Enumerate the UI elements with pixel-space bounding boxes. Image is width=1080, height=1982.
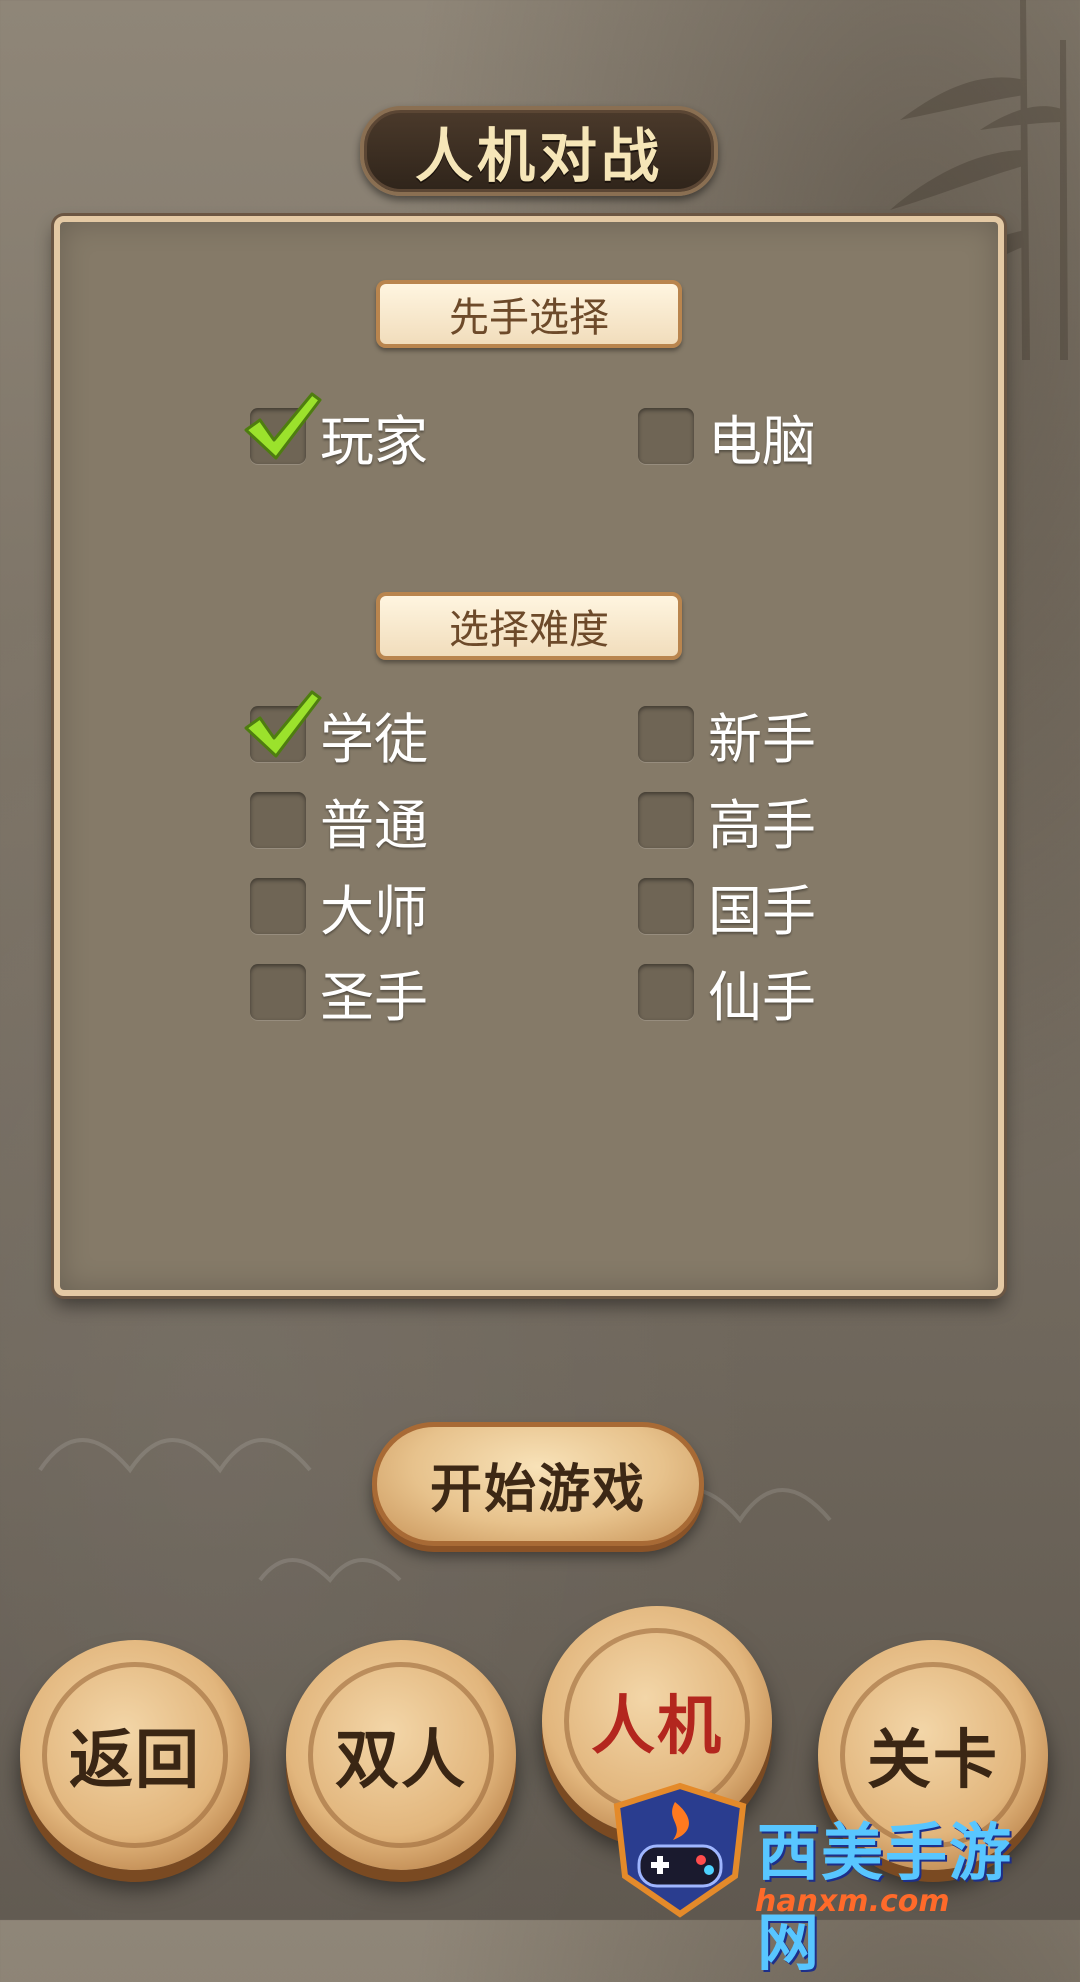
- difficulty-option-novice[interactable]: 新手: [638, 702, 816, 771]
- difficulty-label: 仙手: [708, 965, 816, 1029]
- computer-first-checkbox[interactable]: [638, 408, 694, 464]
- difficulty-option-national[interactable]: 国手: [638, 874, 816, 943]
- page-title: 人机对战: [414, 122, 663, 190]
- player-first-label: 玩家: [320, 409, 428, 473]
- difficulty-label: 高手: [708, 793, 816, 857]
- difficulty-option-expert[interactable]: 高手: [638, 788, 816, 857]
- nav-vs-ai-label: 人机: [591, 1690, 723, 1764]
- nav-back-button[interactable]: 返回: [20, 1640, 250, 1870]
- difficulty-label: 普通: [320, 793, 428, 857]
- difficulty-option-immortal[interactable]: 仙手: [638, 960, 816, 1029]
- difficulty-label: 国手: [708, 879, 816, 943]
- nav-two-player-label: 双人: [335, 1724, 467, 1798]
- difficulty-option-normal[interactable]: 普通: [250, 788, 428, 857]
- difficulty-label: 新手: [708, 707, 816, 771]
- site-watermark: 西美手游网 hanxm.com: [605, 1780, 1075, 1979]
- master-checkbox[interactable]: [250, 878, 306, 934]
- difficulty-option-sage[interactable]: 圣手: [250, 960, 428, 1029]
- option-computer-first[interactable]: 电脑: [638, 404, 816, 473]
- first-move-section-label: 先手选择: [376, 280, 682, 348]
- first-move-label-text: 先手选择: [449, 295, 609, 341]
- normal-checkbox[interactable]: [250, 792, 306, 848]
- settings-panel: 先手选择 玩家 电脑 选择难度 学徒 新手 普通 高手 大师 国手 圣手 仙手: [54, 216, 1004, 1296]
- sage-checkbox[interactable]: [250, 964, 306, 1020]
- nav-two-player-button[interactable]: 双人: [286, 1640, 516, 1870]
- nav-back-label: 返回: [69, 1724, 201, 1798]
- watermark-domain: hanxm.com: [755, 1884, 950, 1919]
- start-game-button[interactable]: 开始游戏: [372, 1422, 704, 1546]
- difficulty-option-master[interactable]: 大师: [250, 874, 428, 943]
- novice-checkbox[interactable]: [638, 706, 694, 762]
- gamepad-shield-icon: [613, 1782, 747, 1918]
- difficulty-option-apprentice[interactable]: 学徒: [244, 690, 428, 771]
- computer-first-label: 电脑: [708, 409, 816, 473]
- player-first-checkbox[interactable]: [244, 392, 322, 464]
- difficulty-label: 大师: [320, 879, 428, 943]
- checkmark-icon: [244, 690, 322, 758]
- difficulty-label-text: 选择难度: [449, 607, 609, 653]
- option-player-first[interactable]: 玩家: [244, 392, 428, 473]
- difficulty-label: 学徒: [320, 707, 428, 771]
- checkmark-icon: [244, 392, 322, 460]
- title-plaque: 人机对战: [360, 106, 718, 196]
- difficulty-label: 圣手: [320, 965, 428, 1029]
- national-checkbox[interactable]: [638, 878, 694, 934]
- difficulty-section-label: 选择难度: [376, 592, 682, 660]
- start-game-label: 开始游戏: [429, 1459, 646, 1520]
- apprentice-checkbox[interactable]: [244, 690, 322, 762]
- expert-checkbox[interactable]: [638, 792, 694, 848]
- immortal-checkbox[interactable]: [638, 964, 694, 1020]
